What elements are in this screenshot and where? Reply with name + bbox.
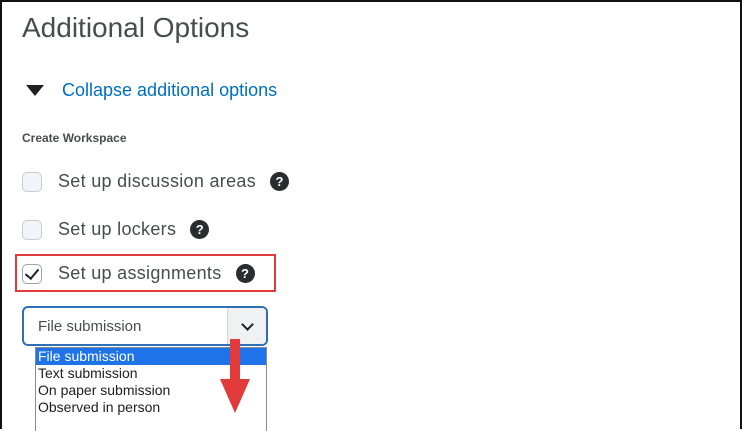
create-workspace-label: Create Workspace	[22, 131, 127, 145]
collapse-options-label: Collapse additional options	[62, 80, 278, 100]
triangle-down-icon	[26, 85, 44, 96]
arrow-down-icon	[220, 339, 250, 413]
option-lockers: Set up lockers ?	[22, 219, 210, 240]
lockers-label[interactable]: Set up lockers	[58, 219, 176, 240]
chevron-down-icon	[240, 317, 254, 331]
discussion-areas-checkbox[interactable]	[22, 171, 42, 192]
question-circle-icon[interactable]: ?	[270, 172, 290, 191]
question-circle-icon[interactable]: ?	[190, 220, 210, 239]
highlight-box	[15, 254, 276, 292]
section-title: Additional Options	[22, 12, 250, 43]
discussion-areas-label[interactable]: Set up discussion areas	[58, 171, 256, 192]
option-discussion-areas: Set up discussion areas ?	[22, 171, 290, 192]
submission-type-value: File submission	[38, 318, 142, 335]
lockers-checkbox[interactable]	[22, 219, 42, 240]
collapse-options-link[interactable]: Collapse additional options	[26, 80, 277, 101]
